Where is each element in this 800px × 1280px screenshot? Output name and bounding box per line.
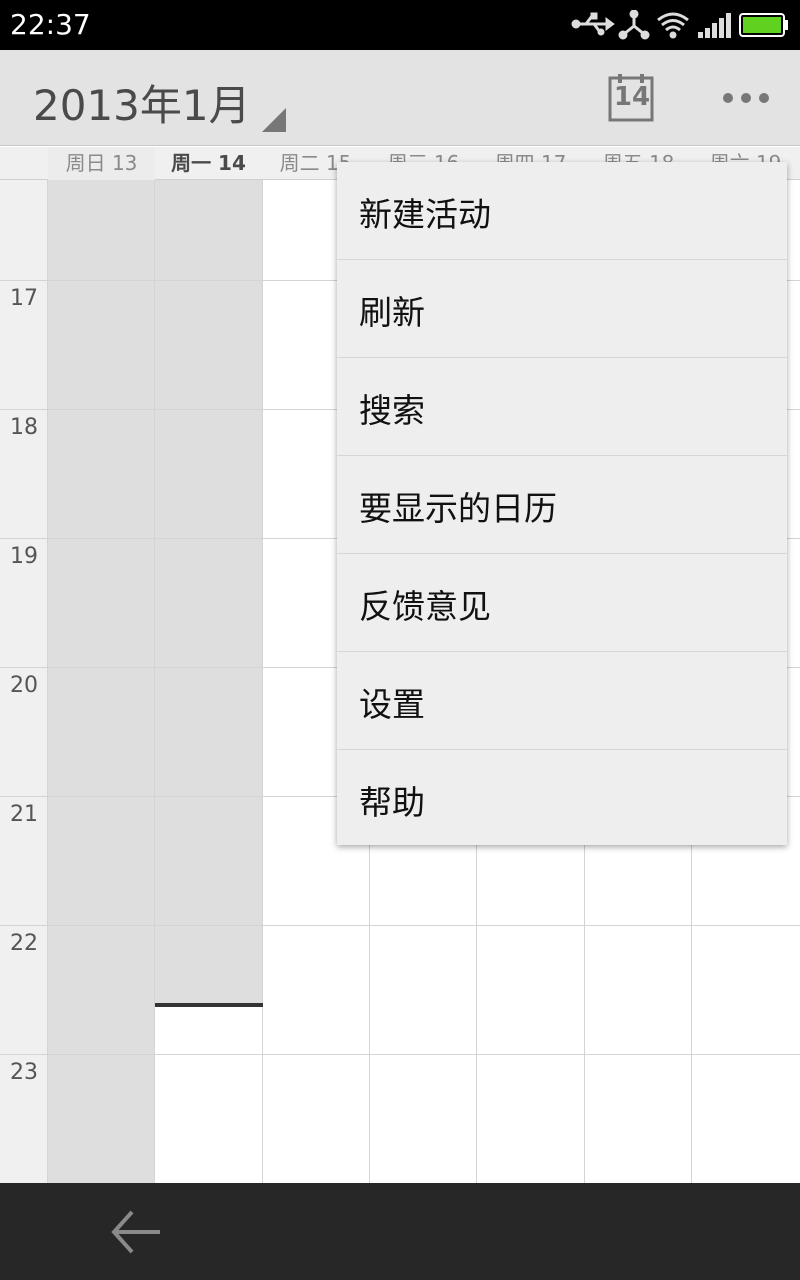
today-button[interactable]: 14: [606, 72, 658, 124]
menu-item-label: 帮助: [359, 783, 425, 822]
share-icon: [618, 10, 650, 40]
menu-item-label: 设置: [359, 685, 425, 724]
navigation-bar: [0, 1183, 800, 1280]
signal-icon: [698, 13, 731, 38]
menu-item-help[interactable]: 帮助: [337, 750, 787, 848]
menu-item-calendars-to-display[interactable]: 要显示的日历: [337, 456, 787, 554]
menu-item-label: 刷新: [359, 293, 425, 332]
menu-item-settings[interactable]: 设置: [337, 652, 787, 750]
current-time-indicator: [155, 1003, 263, 1007]
hour-label: 20: [10, 673, 38, 698]
menu-item-label: 反馈意见: [359, 587, 491, 626]
hour-line: [0, 1054, 800, 1055]
dropdown-caret-icon[interactable]: [262, 108, 286, 132]
hour-line: [0, 925, 800, 926]
hour-label: 22: [10, 931, 38, 956]
menu-item-label: 要显示的日历: [359, 489, 557, 528]
menu-item-refresh[interactable]: 刷新: [337, 260, 787, 358]
hour-label: 21: [10, 802, 38, 827]
menu-item-new-event[interactable]: 新建活动: [337, 162, 787, 260]
status-bar: 22:37: [0, 0, 800, 50]
day-header-sun[interactable]: 周日 13: [48, 147, 155, 180]
more-dots-icon[interactable]: [716, 78, 776, 118]
day-column-sun[interactable]: [48, 180, 155, 1183]
day-header-mon[interactable]: 周一 14: [155, 147, 262, 180]
month-title[interactable]: 2013年1月: [33, 72, 251, 133]
overflow-menu: 新建活动 刷新 搜索 要显示的日历 反馈意见 设置 帮助: [337, 162, 787, 845]
menu-item-feedback[interactable]: 反馈意见: [337, 554, 787, 652]
menu-item-label: 新建活动: [359, 195, 491, 234]
usb-icon: [571, 12, 615, 36]
battery-icon: [739, 13, 788, 37]
menu-item-label: 搜索: [359, 391, 425, 430]
hour-label: 17: [10, 286, 38, 311]
menu-item-search[interactable]: 搜索: [337, 358, 787, 456]
action-bar: 2013年1月 14: [0, 50, 800, 146]
hour-label: 23: [10, 1060, 38, 1085]
hour-label: 18: [10, 415, 38, 440]
today-number: 14: [613, 82, 651, 112]
status-time: 22:37: [10, 8, 91, 41]
hour-label: 19: [10, 544, 38, 569]
back-arrow-icon[interactable]: [106, 1207, 166, 1257]
day-column-mon[interactable]: [155, 180, 263, 1183]
wifi-icon: [657, 12, 689, 39]
